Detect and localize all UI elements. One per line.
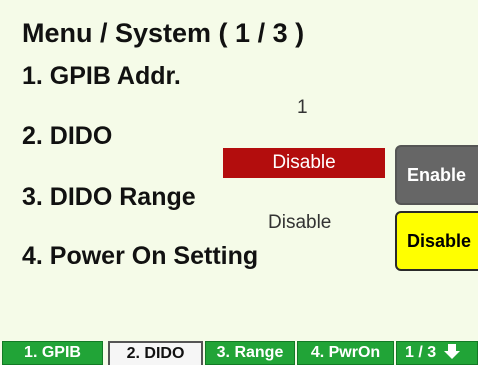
enable-button[interactable]: Enable [395, 145, 478, 205]
disable-button[interactable]: Disable [395, 211, 478, 271]
bottom-tab-bar: 1. GPIB 2. DIDO 3. Range 4. PwrOn 1 / 3 [0, 341, 478, 365]
item-gpib-addr-label[interactable]: 1. GPIB Addr. [22, 62, 181, 91]
item-dido-range-value: Disable [268, 212, 332, 233]
tab-dido[interactable]: 2. DIDO [108, 341, 203, 365]
menu-title: Menu / System ( 1 / 3 ) [22, 18, 305, 48]
item-dido-label[interactable]: 2. DIDO [22, 122, 112, 151]
tab-pwron[interactable]: 4. PwrOn [297, 341, 394, 365]
arrow-down-icon [443, 344, 460, 359]
item-dido-range-label[interactable]: 3. DIDO Range [22, 183, 196, 212]
item-gpib-addr-value: 1 [297, 97, 308, 118]
tab-range[interactable]: 3. Range [205, 341, 295, 365]
item-power-on-setting-label[interactable]: 4. Power On Setting [22, 242, 258, 271]
item-dido-value-selected[interactable]: Disable [223, 148, 385, 178]
tab-page-label: 1 / 3 [405, 344, 437, 361]
tab-page[interactable]: 1 / 3 [396, 341, 478, 365]
tab-gpib[interactable]: 1. GPIB [2, 341, 103, 365]
